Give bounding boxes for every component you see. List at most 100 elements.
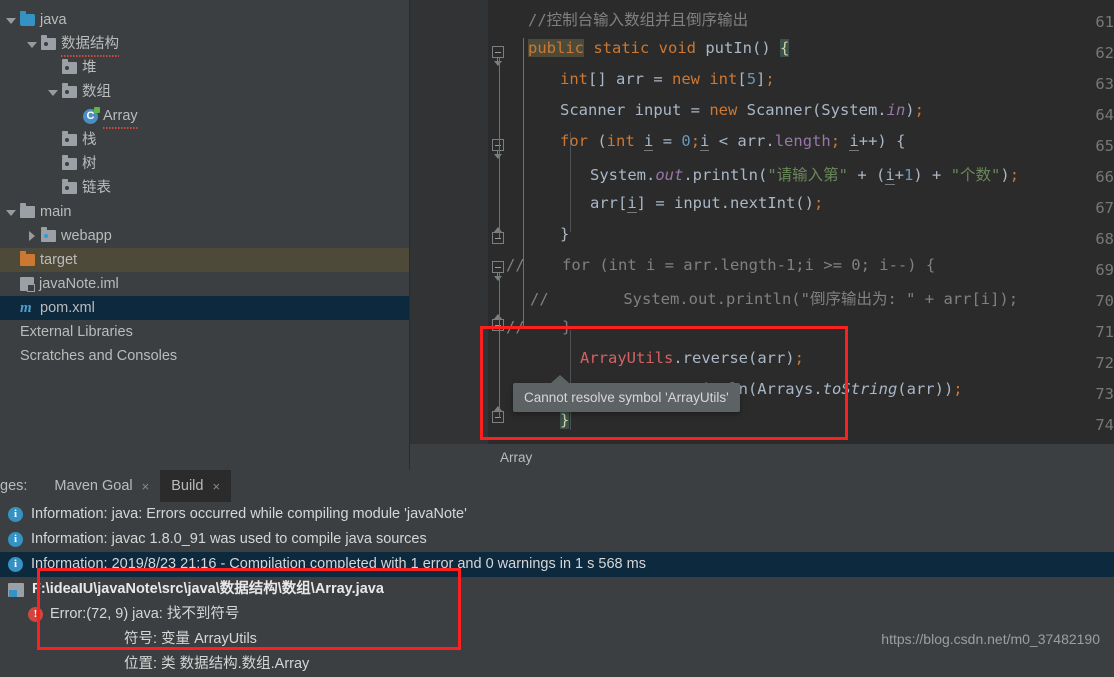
tree-row-label: target [40, 251, 78, 268]
build-message-row[interactable]: i Information: javac 1.8.0_91 was used t… [0, 527, 1114, 552]
tree-row-pom.xml[interactable]: m pom.xml [0, 296, 410, 320]
tree-row-target[interactable]: target [0, 248, 410, 272]
file-path-text: F:\ideaIU\javaNote\src\java\数据结构\数组\Arra… [32, 581, 384, 597]
parens: () [752, 39, 771, 57]
tree-row-label: Scratches and Consoles [20, 347, 178, 364]
comment-text: //控制台输入数组并且倒序输出 [528, 11, 749, 29]
chevron-down-icon[interactable] [6, 15, 17, 26]
tree-row-堆[interactable]: 堆 [0, 56, 410, 80]
folder-source-icon [20, 11, 35, 26]
semicolon: ; [830, 132, 841, 150]
comment-text: // } [506, 318, 572, 336]
tail: (arr)) [897, 380, 954, 398]
code-line-70[interactable]: // System.out.println("倒序输出为: " + arr[i]… [530, 287, 1018, 309]
build-error-row[interactable]: ! Error:(72, 9) java: 找不到符号 [0, 602, 1114, 627]
tree-row-数据结构[interactable]: 数据结构 [0, 31, 410, 57]
code-line-69[interactable]: // for (int i = arr.length-1;i >= 0; i--… [506, 256, 935, 274]
breadcrumb-item-class[interactable]: Array [500, 450, 532, 465]
build-message-row[interactable]: i Information: java: Errors occurred whi… [0, 502, 1114, 527]
concat2: ) + [913, 166, 951, 184]
field-length: length [774, 132, 831, 150]
tab-label: Build [171, 478, 204, 494]
tree-row-label: 堆 [82, 59, 97, 76]
code-line-71[interactable]: // } [506, 318, 571, 336]
chevron-down-icon[interactable] [6, 207, 17, 218]
build-tabbar[interactable]: ges: Maven Goal × Build × [0, 470, 1114, 502]
semicolon: ; [1009, 166, 1020, 184]
unresolved-symbol-ArrayUtils[interactable]: ArrayUtils [580, 349, 673, 367]
keyword-new: new [709, 101, 738, 119]
fold-region-line [499, 273, 500, 418]
bracket-close: ] [756, 70, 766, 88]
chevron-right-icon[interactable] [27, 230, 38, 242]
tree-row-数组[interactable]: 数组 [0, 80, 410, 104]
paren-close: ) [1000, 166, 1010, 184]
error-text: Error:(72, 9) java: 找不到符号 [50, 606, 240, 622]
tab-build[interactable]: Build × [160, 470, 232, 502]
java-class-icon: C [83, 106, 100, 124]
build-message-file-row[interactable]: F:\ideaIU\javaNote\src\java\数据结构\数组\Arra… [0, 577, 1114, 602]
code-line-72[interactable]: ArrayUtils.reverse(arr); [580, 349, 804, 367]
concat1: + ( [848, 166, 886, 184]
error-icon: ! [28, 607, 43, 622]
close-icon[interactable]: × [142, 479, 150, 494]
keyword-new: new [672, 70, 700, 88]
string-prompt: "请输入第" [767, 166, 848, 184]
tree-row-Scratches and Consoles[interactable]: Scratches and Consoles [0, 344, 410, 368]
code-line-67[interactable]: arr[i] = input.nextInt(); [590, 194, 824, 213]
code-line-64[interactable]: Scanner input = new Scanner(System.in); [560, 101, 924, 119]
tree-row-树[interactable]: 树 [0, 152, 410, 176]
type-scanner: Scanner input = [560, 101, 710, 119]
tree-row-External Libraries[interactable]: External Libraries [0, 320, 410, 344]
code-line-63[interactable]: int[] arr = new int[5]; [560, 70, 775, 88]
code-line-68[interactable]: } [560, 225, 569, 243]
tree-row-main[interactable]: main [0, 200, 410, 224]
build-panel[interactable]: ges: Maven Goal × Build × i Information:… [0, 470, 1114, 672]
keyword-for: for [560, 132, 588, 150]
tab-maven-goal[interactable]: Maven Goal × [43, 470, 160, 502]
close-icon[interactable]: × [212, 479, 220, 494]
semicolon: ; [765, 70, 775, 88]
message-text: Information: java: Errors occurred while… [31, 506, 467, 522]
keyword-public: public [528, 39, 584, 57]
type-int: int [606, 132, 635, 150]
for-head: ( [588, 132, 607, 150]
semicolon: ; [690, 132, 701, 150]
code-line-61[interactable]: //控制台输入数组并且倒序输出 [528, 8, 748, 30]
tree-row-Array[interactable]: C Array [0, 103, 410, 129]
tree-row-webapp[interactable]: webapp [0, 224, 410, 248]
folder-package-icon [41, 35, 56, 50]
info-icon: i [8, 507, 23, 522]
semicolon: ; [813, 194, 824, 212]
messages-label: ges: [0, 478, 28, 494]
tree-row-label: java [40, 11, 67, 28]
var-i: i [885, 166, 895, 185]
brackets: [] arr = [588, 70, 672, 88]
chevron-down-icon[interactable] [48, 87, 59, 98]
var-i: i [849, 132, 859, 151]
brace-close: } [560, 225, 570, 243]
code-line-74[interactable]: } [560, 411, 570, 429]
project-tree-panel[interactable]: java 数据结构堆数组 C Array 栈树链表 main webapp target jav… [0, 0, 410, 470]
code-line-62[interactable]: public static void putIn() { [528, 39, 790, 57]
tab-label: Maven Goal [54, 478, 133, 494]
editor-gutter[interactable] [410, 0, 488, 470]
tree-row-java[interactable]: java [0, 8, 410, 32]
tree-row-栈[interactable]: 栈 [0, 128, 410, 152]
type-int2: int [709, 70, 738, 88]
chevron-down-icon[interactable] [27, 39, 38, 50]
semicolon: ; [794, 349, 804, 367]
tree-row-javaNote.iml[interactable]: javaNote.iml [0, 272, 410, 296]
breadcrumb[interactable]: Array [410, 444, 1114, 470]
string-count: "个数" [950, 166, 1001, 184]
error-detail-text: 符号: 变量 ArrayUtils [124, 631, 257, 647]
var-i: i [644, 132, 654, 151]
tree-row-链表[interactable]: 链表 [0, 176, 410, 200]
code-line-65[interactable]: for (int i = 0;i < arr.length; i++) { [560, 132, 905, 151]
tree-row-label: 数据结构 [61, 31, 119, 57]
code-editor[interactable]: 61 62 63 64 65 66 67 68 69 70 71 72 73 7… [410, 0, 1114, 470]
code-line-66[interactable]: System.out.println("请输入第" + (i+1) + "个数"… [590, 163, 1019, 185]
build-message-row-selected[interactable]: i Information: 2019/8/23 21:16 - Compila… [0, 552, 1114, 577]
